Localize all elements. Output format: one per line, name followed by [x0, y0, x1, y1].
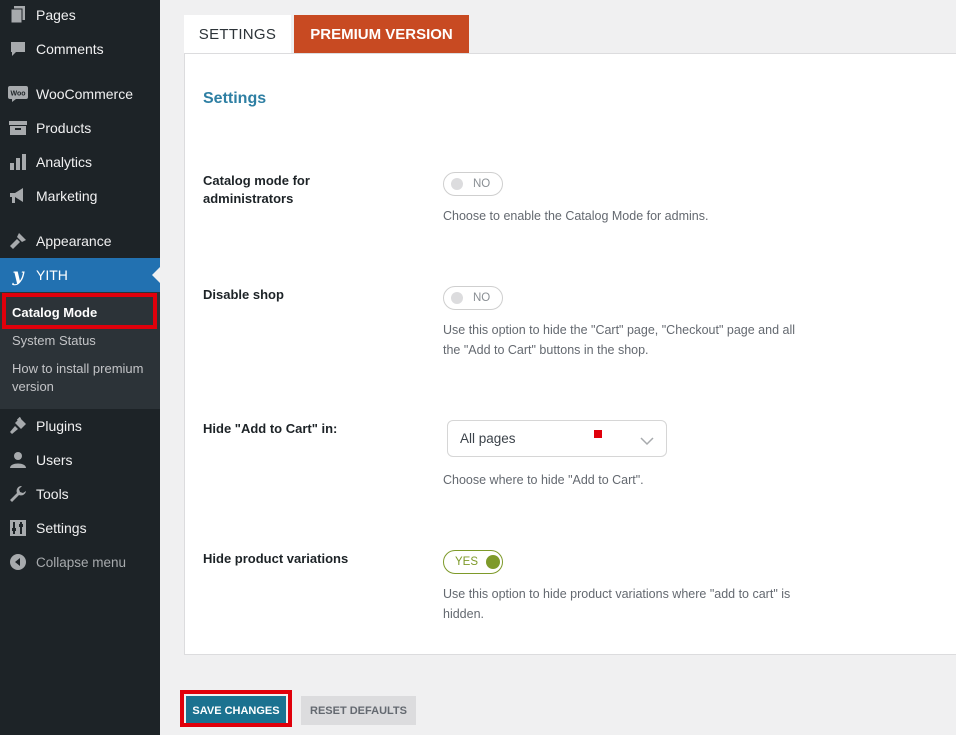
sidebar-item-label: Analytics: [36, 154, 93, 170]
sidebar-item-settings[interactable]: Settings: [0, 511, 160, 545]
cursor-marker: [594, 430, 602, 438]
toggle-state-label: NO: [473, 178, 491, 190]
yith-icon: y: [12, 264, 24, 286]
save-highlight-box: [180, 690, 292, 727]
sidebar-item-label: Comments: [36, 41, 104, 57]
products-icon: [8, 118, 28, 138]
submenu-item-install-premium[interactable]: How to install premium version: [12, 360, 154, 396]
tab-settings[interactable]: SETTINGS: [184, 15, 291, 54]
toggle-knob: [486, 555, 501, 569]
users-icon: [8, 450, 28, 470]
panel-title: Settings: [203, 90, 267, 107]
toggle-state-label: NO: [473, 292, 491, 304]
select-value: All pages: [460, 431, 516, 446]
disable-shop-toggle[interactable]: NO: [443, 286, 503, 310]
sidebar-item-label: Plugins: [36, 418, 82, 434]
sidebar-item-label: Appearance: [36, 233, 112, 249]
sidebar-item-label: Marketing: [36, 188, 98, 204]
sidebar-item-appearance[interactable]: Appearance: [0, 224, 160, 258]
sidebar-item-products[interactable]: Products: [0, 111, 160, 145]
hide-add-to-cart-label: Hide "Add to Cart" in:: [203, 421, 338, 436]
hide-add-to-cart-select[interactable]: All pages: [447, 420, 667, 457]
woocommerce-icon: Woo: [8, 84, 28, 104]
catalog-mode-admins-label: Catalog mode for administrators: [203, 173, 310, 206]
toggle-state-label: YES: [455, 556, 479, 568]
analytics-icon: [8, 152, 28, 172]
toggle-knob: [451, 178, 463, 190]
catalog-mode-highlight-box: [2, 293, 157, 329]
sidebar-item-marketing[interactable]: Marketing: [0, 179, 160, 213]
svg-text:Woo: Woo: [10, 91, 25, 98]
sidebar-item-label: Products: [36, 120, 92, 136]
plugins-icon: [8, 416, 28, 436]
sidebar-item-collapse-menu[interactable]: Collapse menu: [0, 545, 160, 579]
sidebar-item-tools[interactable]: Tools: [0, 477, 160, 511]
sidebar-item-yith[interactable]: y YITH: [0, 258, 160, 292]
sidebar-item-label: Tools: [36, 486, 69, 502]
sidebar-item-users[interactable]: Users: [0, 443, 160, 477]
settings-icon: [8, 518, 28, 538]
collapse-icon: [8, 552, 28, 572]
tab-premium-version[interactable]: PREMIUM VERSION: [294, 15, 469, 54]
sidebar-item-label: Pages: [36, 7, 76, 23]
hide-product-variations-description: Use this option to hide product variatio…: [443, 587, 791, 621]
sidebar-item-label: Users: [36, 452, 73, 468]
disable-shop-label: Disable shop: [203, 287, 284, 302]
admin-sidebar: Pages Comments Woo WooCommerce Products …: [0, 0, 160, 735]
marketing-icon: [8, 186, 28, 206]
hide-product-variations-label: Hide product variations: [203, 551, 349, 566]
appearance-icon: [8, 231, 28, 251]
toggle-knob: [451, 292, 463, 304]
tools-icon: [8, 484, 28, 504]
catalog-mode-admins-toggle[interactable]: NO: [443, 172, 503, 196]
chevron-down-icon: [640, 433, 654, 451]
sidebar-item-plugins[interactable]: Plugins: [0, 409, 160, 443]
catalog-mode-admins-description: Choose to enable the Catalog Mode for ad…: [443, 209, 709, 223]
sidebar-item-label: WooCommerce: [36, 86, 133, 102]
sidebar-item-label: Collapse menu: [36, 554, 127, 570]
sidebar-item-comments[interactable]: Comments: [0, 32, 160, 66]
sidebar-item-pages[interactable]: Pages: [0, 0, 160, 32]
sidebar-item-label: YITH: [36, 267, 68, 283]
hide-add-to-cart-description: Choose where to hide "Add to Cart".: [443, 473, 644, 487]
submenu-item-system-status[interactable]: System Status: [12, 332, 154, 350]
reset-defaults-button[interactable]: RESET DEFAULTS: [301, 696, 416, 725]
sidebar-item-analytics[interactable]: Analytics: [0, 145, 160, 179]
hide-product-variations-toggle[interactable]: YES: [443, 550, 503, 574]
sidebar-item-label: Settings: [36, 520, 87, 536]
pages-icon: [8, 5, 28, 25]
sidebar-item-woocommerce[interactable]: Woo WooCommerce: [0, 77, 160, 111]
comments-icon: [8, 39, 28, 59]
disable-shop-description: Use this option to hide the "Cart" page,…: [443, 323, 795, 357]
